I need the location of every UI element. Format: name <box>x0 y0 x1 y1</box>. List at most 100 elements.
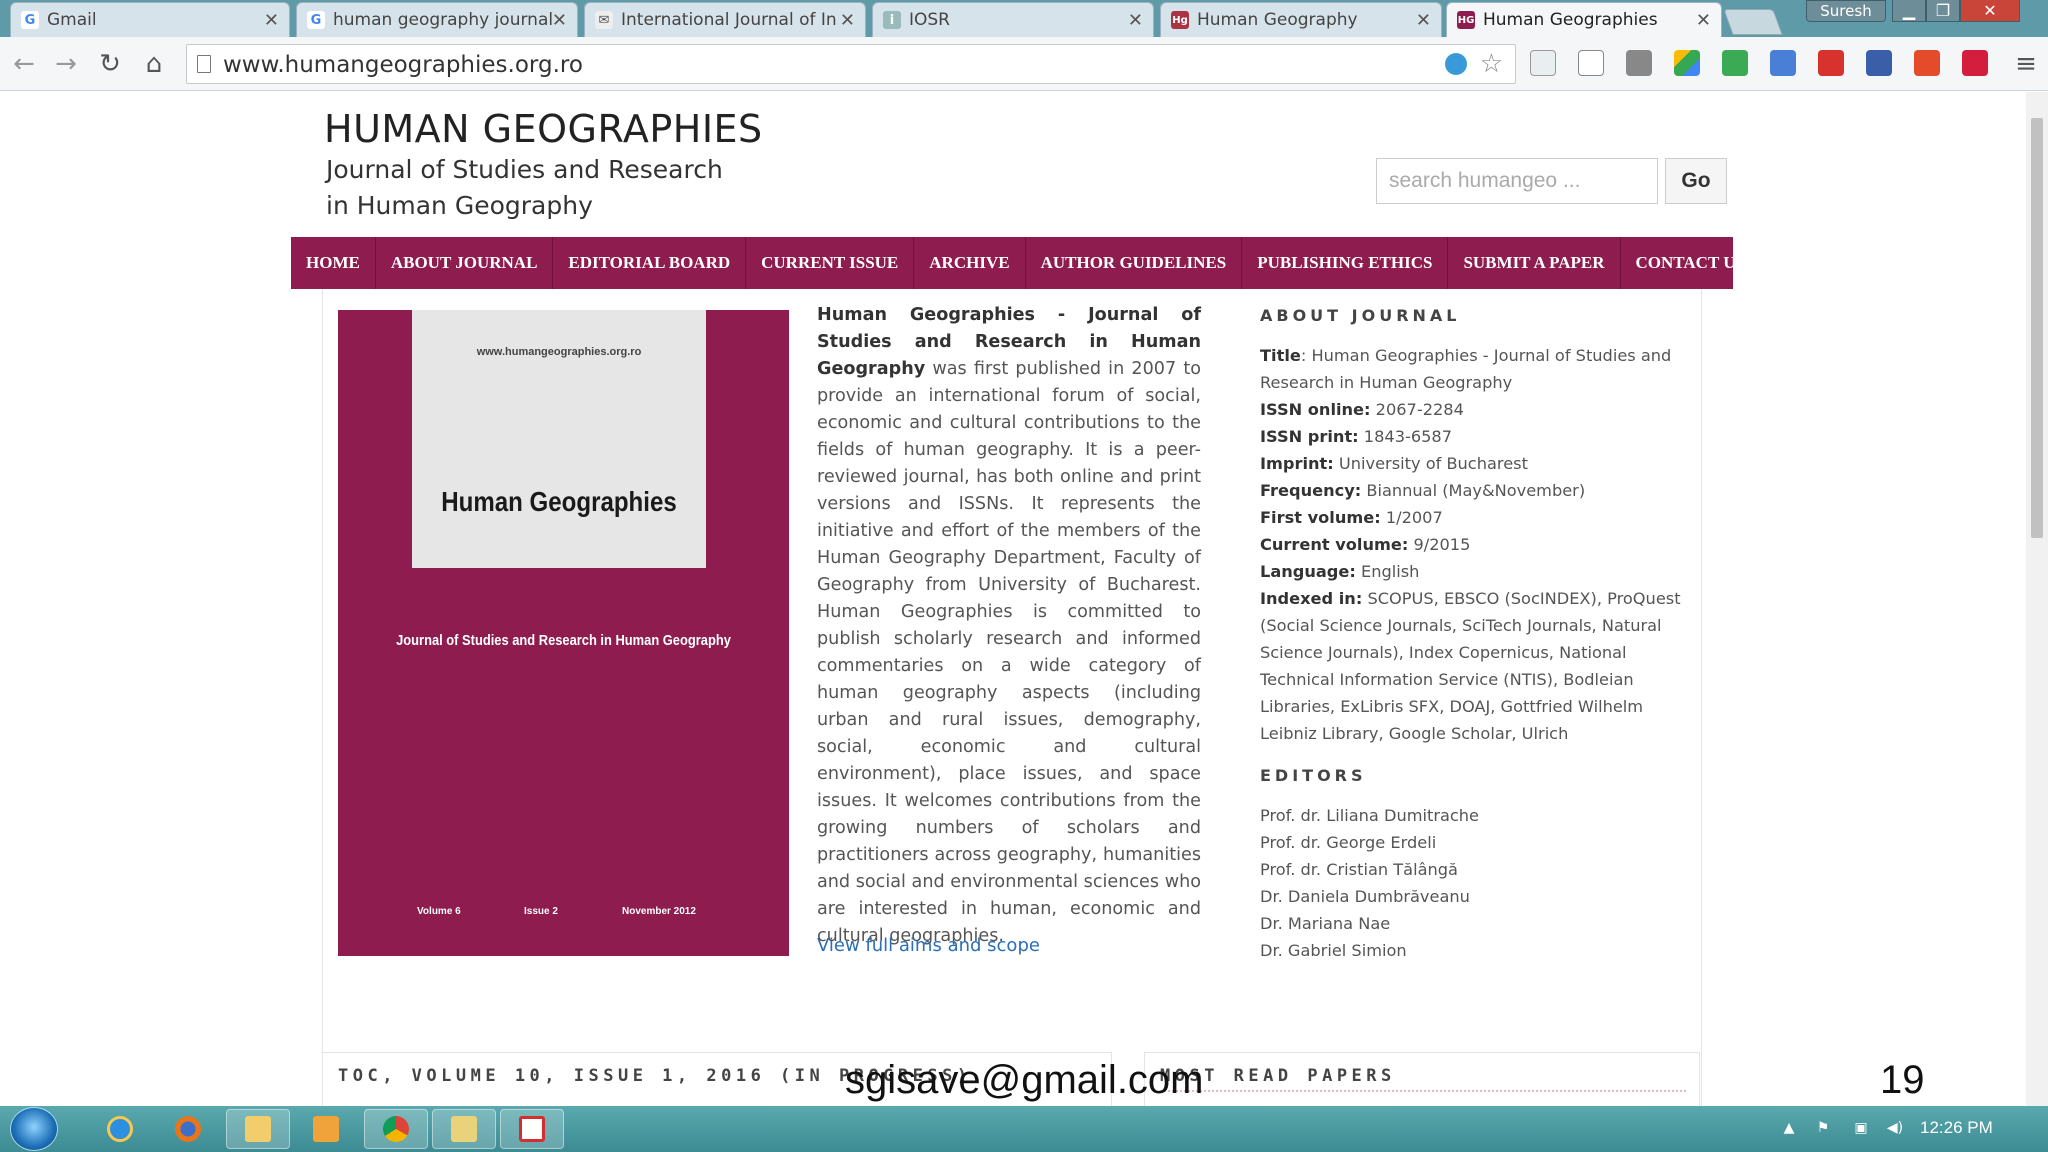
firefox-icon[interactable] <box>156 1109 220 1149</box>
address-bar[interactable]: www.humangeographies.org.ro ☆ <box>186 44 1516 84</box>
my-icon[interactable] <box>1962 50 1988 76</box>
cover-title: Human Geographies <box>441 486 677 517</box>
arrows-icon[interactable] <box>1722 50 1748 76</box>
journal-info-list: Title: Human Geographies - Journal of St… <box>1260 342 1702 747</box>
info-label: ISSN print: <box>1260 427 1359 446</box>
info-value: University of Bucharest <box>1333 454 1528 473</box>
keyboard-icon[interactable] <box>1626 50 1652 76</box>
section-divider <box>1160 1090 1686 1092</box>
volume-icon[interactable]: ◀) <box>1886 1120 1904 1138</box>
editor-name: Prof. dr. George Erdeli <box>1260 833 1437 852</box>
close-tab-icon[interactable]: ✕ <box>1416 10 1431 31</box>
tab-title: Gmail <box>47 10 97 30</box>
chrome-icon[interactable] <box>364 1109 428 1149</box>
google-icon: G <box>21 11 39 29</box>
cover-volume: Volume 6 <box>417 906 461 917</box>
info-value: 1/2007 <box>1380 508 1443 527</box>
adblock-icon[interactable] <box>1914 50 1940 76</box>
info-value: 2067-2284 <box>1370 400 1464 419</box>
site-title[interactable]: HUMAN GEOGRAPHIES <box>324 107 763 151</box>
bookmark-icon[interactable] <box>1818 50 1844 76</box>
new-tab-button[interactable] <box>1723 9 1783 35</box>
media-player-icon[interactable] <box>294 1109 358 1149</box>
cover-title-panel: www.humangeographies.org.ro Human Geogra… <box>412 310 706 568</box>
close-tab-icon[interactable]: ✕ <box>552 10 567 31</box>
action-center-flag-icon[interactable]: ⚑ <box>1814 1120 1832 1138</box>
profile-button[interactable]: Suresh <box>1806 0 1886 22</box>
nav-publishing-ethics[interactable]: PUBLISHING ETHICS <box>1242 237 1449 289</box>
extension-info-icon[interactable] <box>1445 53 1467 75</box>
nav-author-guidelines[interactable]: AUTHOR GUIDELINES <box>1026 237 1243 289</box>
nav-submit-paper[interactable]: SUBMIT A PAPER <box>1448 237 1621 289</box>
tray-expand-icon[interactable]: ▲ <box>1780 1120 1798 1138</box>
search-go-button[interactable]: Go <box>1665 158 1727 204</box>
info-imprint: Imprint: University of Bucharest <box>1260 450 1702 477</box>
info-issn-print: ISSN print: 1843-6587 <box>1260 423 1702 450</box>
editor-name: Prof. dr. Cristian Tălângă <box>1260 860 1458 879</box>
aims-scope-link[interactable]: View full aims and scope <box>817 935 1040 956</box>
start-button-icon[interactable] <box>10 1107 58 1151</box>
info-frequency: Frequency: Biannual (May&November) <box>1260 477 1702 504</box>
editors-list: Prof. dr. Liliana Dumitrache Prof. dr. G… <box>1260 802 1479 964</box>
folder-icon[interactable] <box>432 1109 496 1149</box>
editors-heading: EDITORS <box>1260 766 1367 785</box>
info-value: SCOPUS, EBSCO (SocINDEX), ProQuest (Soci… <box>1260 589 1681 743</box>
drive-icon[interactable] <box>1674 50 1700 76</box>
close-tab-icon[interactable]: ✕ <box>264 10 279 31</box>
cover-subtitle: Journal of Studies and Research in Human… <box>396 632 731 649</box>
menu-icon[interactable]: ≡ <box>2012 49 2040 79</box>
key-icon[interactable] <box>1530 50 1556 76</box>
forward-icon[interactable]: → <box>52 49 80 79</box>
info-current-volume: Current volume: 9/2015 <box>1260 531 1702 558</box>
nav-archive[interactable]: ARCHIVE <box>914 237 1026 289</box>
network-icon[interactable]: ▣ <box>1852 1120 1870 1138</box>
info-label: Indexed in: <box>1260 589 1363 608</box>
overlay-slide-number: 19 <box>1880 1058 1925 1102</box>
minimize-icon[interactable]: ▁ <box>1892 0 1926 22</box>
close-tab-icon[interactable]: ✕ <box>1696 10 1711 31</box>
journal-description: Human Geographies - Journal of Studies a… <box>817 302 1201 950</box>
restore-icon[interactable]: ❐ <box>1926 0 1960 22</box>
page-viewport: HUMAN GEOGRAPHIES Journal of Studies and… <box>0 92 2026 1106</box>
info-label: ISSN online: <box>1260 400 1371 419</box>
browser-tab-strip: G Gmail ✕ G human geography journal ✕ ✉ … <box>0 0 2048 37</box>
window-close-icon[interactable]: ✕ <box>1960 0 2020 22</box>
flag-icon[interactable] <box>1866 50 1892 76</box>
translate-icon[interactable] <box>1770 50 1796 76</box>
home-icon[interactable]: ⌂ <box>140 49 168 79</box>
windows-taskbar: ▲ ⚑ ▣ ◀) 12:26 PM <box>0 1106 2048 1152</box>
nav-editorial-board[interactable]: EDITORIAL BOARD <box>553 237 747 289</box>
file-explorer-icon[interactable] <box>226 1109 290 1149</box>
tab-iosr[interactable]: i IOSR ✕ <box>872 2 1154 37</box>
info-label: First volume: <box>1260 508 1381 527</box>
google-icon: G <box>307 11 325 29</box>
pdf-reader-icon[interactable] <box>500 1109 564 1149</box>
tab-international-journal[interactable]: ✉ International Journal of In ✕ <box>584 2 866 37</box>
site-subtitle-line-1: Journal of Studies and Research <box>326 155 723 184</box>
close-tab-icon[interactable]: ✕ <box>840 10 855 31</box>
taskbar-clock[interactable]: 12:26 PM <box>1920 1118 1993 1138</box>
scrollbar-thumb[interactable] <box>2031 118 2043 538</box>
tab-human-geographies[interactable]: HG Human Geographies ✕ <box>1446 2 1722 37</box>
cover-date: November 2012 <box>622 906 696 917</box>
tab-google-search[interactable]: G human geography journal ✕ <box>296 2 578 37</box>
page-scrollbar[interactable] <box>2026 92 2048 1106</box>
info-label: Title <box>1260 346 1301 365</box>
nav-home[interactable]: HOME <box>291 237 376 289</box>
internet-explorer-icon[interactable] <box>88 1109 152 1149</box>
close-tab-icon[interactable]: ✕ <box>1128 10 1143 31</box>
info-indexed-in: Indexed in: SCOPUS, EBSCO (SocINDEX), Pr… <box>1260 585 1702 747</box>
star-icon[interactable]: ☆ <box>1480 49 1503 79</box>
nav-current-issue[interactable]: CURRENT ISSUE <box>746 237 915 289</box>
back-icon[interactable]: ← <box>10 49 38 79</box>
search-input[interactable] <box>1376 158 1658 204</box>
mail-icon[interactable] <box>1578 50 1604 76</box>
reload-icon[interactable]: ↻ <box>96 49 124 79</box>
tab-human-geography[interactable]: Hg Human Geography ✕ <box>1160 2 1442 37</box>
nav-contact-us[interactable]: CONTACT US <box>1621 237 1760 289</box>
nav-about-journal[interactable]: ABOUT JOURNAL <box>376 237 554 289</box>
overlay-email: sgisave@gmail.com <box>845 1058 1204 1102</box>
main-nav: HOME ABOUT JOURNAL EDITORIAL BOARD CURRE… <box>291 237 1745 289</box>
tab-gmail[interactable]: G Gmail ✕ <box>10 2 290 37</box>
info-language: Language: English <box>1260 558 1702 585</box>
